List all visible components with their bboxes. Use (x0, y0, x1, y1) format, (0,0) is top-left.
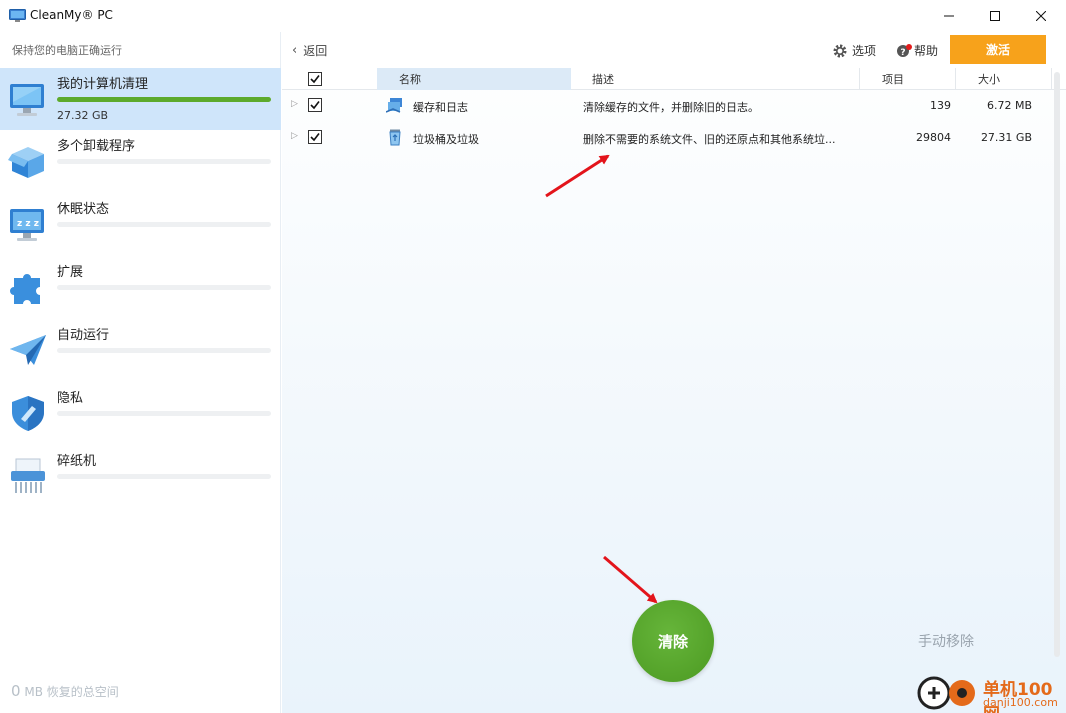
close-icon (1036, 11, 1046, 21)
row-count: 29804 (916, 131, 951, 144)
help-label: 帮助 (914, 44, 939, 58)
help-icon: ? (897, 43, 912, 58)
sidebar: 保持您的电脑正确运行 我的计算机清理 27.32 GB 多个卸载程序 z z z (0, 32, 281, 713)
close-button[interactable] (1018, 0, 1064, 32)
progress-bar (57, 348, 271, 353)
svg-text:z z z: z z z (17, 219, 39, 229)
sidebar-item-extensions[interactable]: 扩展 (0, 256, 281, 318)
progress-bar (57, 159, 271, 164)
sidebar-item-shredder[interactable]: 碎纸机 (0, 445, 281, 507)
paper-plane-icon (10, 335, 46, 365)
activate-button[interactable]: 激活 (950, 35, 1046, 64)
progress-bar (57, 411, 271, 416)
cache-icon (386, 98, 402, 113)
sidebar-item-label: 多个卸载程序 (57, 139, 136, 154)
cleanup-progress-fill (57, 97, 271, 102)
monitor-icon (9, 9, 26, 22)
progress-bar (57, 285, 271, 290)
shield-icon (12, 396, 44, 431)
expand-arrow-icon[interactable]: ▷ (291, 131, 298, 141)
minimize-button[interactable] (926, 0, 972, 32)
column-header-count[interactable]: 项目 (860, 68, 956, 90)
check-icon (310, 101, 320, 110)
back-button[interactable]: ‹ 返回 (292, 42, 327, 59)
main-panel: ‹ 返回 选项 ? 帮助 激活 名称 描述 项目 大小 ▷ 缓存和日志 清除缓存… (282, 32, 1066, 713)
sidebar-item-label: 碎纸机 (57, 454, 97, 469)
sidebar-item-label: 我的计算机清理 (57, 77, 149, 92)
row-desc: 清除缓存的文件，并删除旧的日志。 (583, 101, 759, 114)
toolbar: ‹ 返回 选项 ? 帮助 激活 (282, 32, 1066, 68)
check-icon (310, 133, 320, 142)
puzzle-icon (10, 274, 40, 304)
computer-icon (10, 84, 44, 116)
scrollbar[interactable] (1054, 72, 1060, 657)
table-row[interactable]: ▷ 垃圾桶及垃圾 删除不需要的系统文件、旧的还原点和其他系统垃... 29804… (282, 122, 1066, 154)
sidebar-item-label: 自动运行 (57, 328, 110, 343)
sleep-monitor-icon: z z z (10, 209, 44, 241)
help-button[interactable]: ? 帮助 (896, 42, 938, 59)
row-desc: 删除不需要的系统文件、旧的还原点和其他系统垃... (583, 133, 836, 146)
row-count: 139 (930, 99, 951, 112)
recovered-space-label: MB 恢复的总空间 (24, 685, 119, 699)
row-name: 缓存和日志 (413, 101, 468, 114)
sidebar-item-hibernation[interactable]: z z z 休眠状态 (0, 193, 281, 255)
sidebar-item-label: 扩展 (57, 265, 84, 280)
sidebar-item-computer-cleanup[interactable]: 我的计算机清理 27.32 GB (0, 68, 281, 130)
row-checkbox[interactable] (308, 98, 322, 112)
watermark-logo-icon (917, 676, 975, 710)
column-header-size[interactable]: 大小 (956, 68, 1052, 90)
cleanup-size: 27.32 GB (57, 109, 109, 122)
sidebar-item-uninstaller[interactable]: 多个卸载程序 (0, 130, 281, 192)
sidebar-item-autorun[interactable]: 自动运行 (0, 319, 281, 381)
expand-arrow-icon[interactable]: ▷ (291, 99, 298, 109)
sidebar-item-privacy[interactable]: 隐私 (0, 382, 281, 444)
watermark: 单机100网 danji100.com (914, 673, 1064, 713)
sidebar-item-label: 隐私 (57, 391, 84, 406)
title-bar: CleanMy® PC (0, 0, 1066, 32)
app-title: CleanMy® PC (30, 8, 113, 22)
table-header: 名称 描述 项目 大小 (282, 68, 1066, 90)
select-all-checkbox[interactable] (308, 72, 322, 86)
options-button[interactable]: 选项 (833, 42, 876, 59)
progress-bar (57, 222, 271, 227)
gear-icon (833, 44, 847, 57)
svg-text:?: ? (900, 48, 905, 58)
box-icon (8, 147, 44, 178)
row-size: 6.72 MB (986, 99, 1032, 112)
progress-bar (57, 474, 271, 479)
sidebar-item-label: 休眠状态 (57, 202, 110, 217)
back-label: 返回 (303, 44, 328, 58)
recovered-space-value: 0 (11, 682, 21, 700)
options-label: 选项 (852, 44, 877, 58)
sidebar-subtitle: 保持您的电脑正确运行 (12, 44, 122, 57)
cleanup-progress-bar (57, 97, 271, 102)
shredder-icon (11, 458, 45, 493)
row-checkbox[interactable] (308, 130, 322, 144)
manual-remove-link[interactable]: 手动移除 (918, 631, 974, 651)
column-header-desc[interactable]: 描述 (571, 68, 860, 90)
row-name: 垃圾桶及垃圾 (413, 133, 479, 146)
maximize-button[interactable] (972, 0, 1018, 32)
recovered-space: 0 MB 恢复的总空间 (11, 682, 119, 700)
maximize-icon (990, 11, 1000, 21)
row-size: 27.31 GB (980, 131, 1032, 144)
clean-button[interactable]: 清除 (632, 600, 714, 682)
minimize-icon (944, 15, 954, 17)
column-header-name[interactable]: 名称 (377, 68, 571, 90)
check-icon (310, 75, 320, 84)
watermark-url: danji100.com (983, 696, 1058, 709)
table-row[interactable]: ▷ 缓存和日志 清除缓存的文件，并删除旧的日志。 139 6.72 MB (282, 90, 1066, 122)
recycle-bin-icon (389, 129, 401, 146)
chevron-left-icon: ‹ (292, 43, 298, 58)
